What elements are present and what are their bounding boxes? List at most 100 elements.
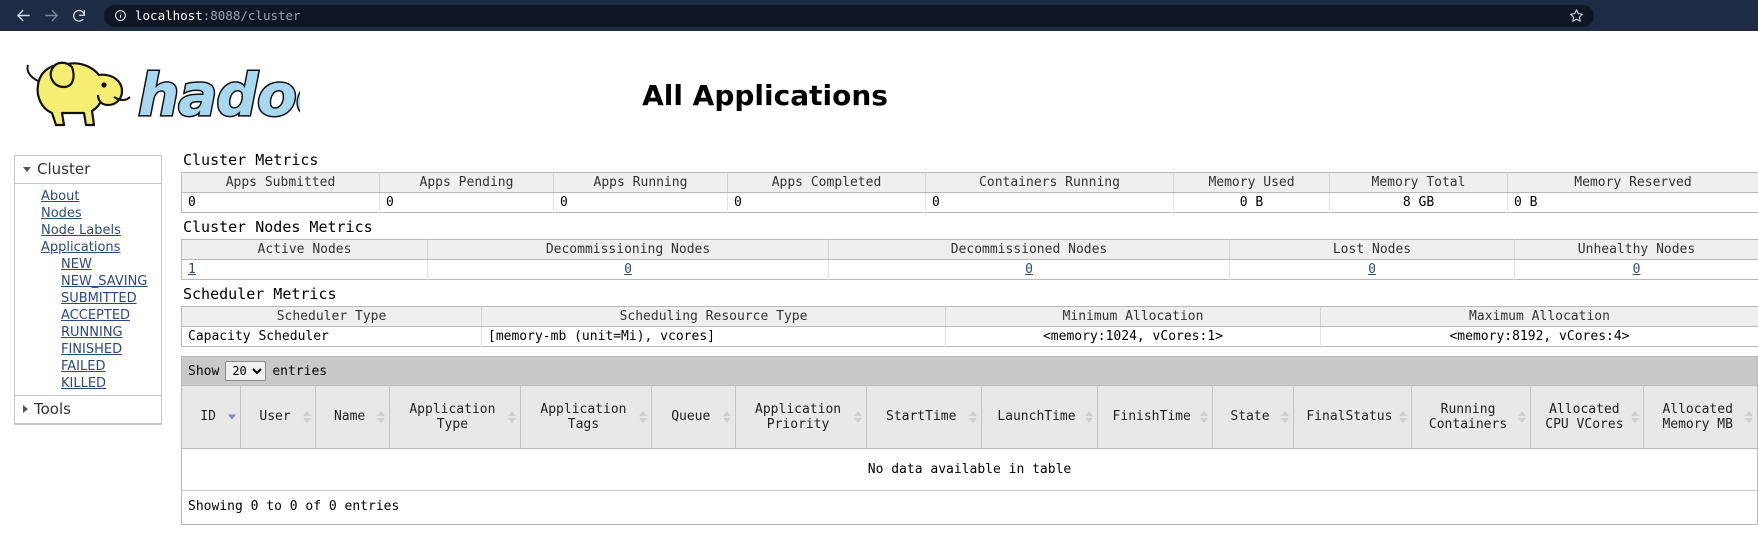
- sidebar-item-failed[interactable]: FAILED: [15, 358, 161, 375]
- sidebar-item-finished[interactable]: FINISHED: [15, 341, 161, 358]
- col-running-containers[interactable]: Running Containers: [1411, 386, 1532, 449]
- cluster-nodes-metrics-title: Cluster Nodes Metrics: [183, 218, 373, 236]
- forward-arrow-icon[interactable]: [38, 3, 64, 29]
- sort-icon[interactable]: [1631, 410, 1640, 423]
- val-apps-submitted: 0: [181, 192, 380, 213]
- sort-icon[interactable]: [1398, 410, 1407, 423]
- col-queue[interactable]: Queue: [651, 386, 737, 449]
- lost-nodes-link[interactable]: 0: [1368, 262, 1376, 277]
- decommissioned-nodes-link[interactable]: 0: [1025, 262, 1033, 277]
- val-apps-completed: 0: [727, 192, 926, 213]
- sort-icon[interactable]: [639, 410, 648, 423]
- col-launchtime[interactable]: LaunchTime: [981, 386, 1098, 449]
- address-bar[interactable]: localhost:8088/cluster: [104, 4, 1594, 27]
- col-state[interactable]: State: [1212, 386, 1295, 449]
- sidebar-cluster: Cluster About Nodes Node Labels Applicat…: [14, 155, 162, 425]
- col-finishtime[interactable]: FinishTime: [1097, 386, 1213, 449]
- sidebar-tools-header[interactable]: Tools: [15, 396, 161, 423]
- info-circle-icon[interactable]: [114, 9, 127, 22]
- val-memory-used: 0 B: [1173, 192, 1330, 213]
- back-arrow-icon[interactable]: [10, 3, 36, 29]
- sidebar-cluster-body: About Nodes Node Labels Applications NEW…: [15, 184, 161, 424]
- col-memory-reserved: Memory Reserved: [1507, 172, 1758, 193]
- url-text: localhost:8088/cluster: [135, 8, 301, 23]
- sidebar-item-applications[interactable]: Applications: [15, 239, 161, 256]
- table-header-row: ID User Name Application Type Applicatio…: [182, 386, 1757, 449]
- col-minimum-allocation: Minimum Allocation: [945, 306, 1321, 327]
- col-maximum-allocation: Maximum Allocation: [1320, 306, 1758, 327]
- sidebar-item-killed[interactable]: KILLED: [15, 375, 161, 392]
- col-id-label: ID: [200, 409, 216, 425]
- sidebar-item-submitted[interactable]: SUBMITTED: [15, 290, 161, 307]
- table-header-row: Scheduler Type Scheduling Resource Type …: [181, 306, 1758, 327]
- page-size-select[interactable]: 20: [225, 361, 267, 381]
- val-apps-running: 0: [553, 192, 728, 213]
- val-scheduler-type: Capacity Scheduler: [181, 326, 482, 347]
- bookmark-star-icon[interactable]: [1561, 8, 1584, 23]
- sidebar-item-node-labels[interactable]: Node Labels: [15, 222, 161, 239]
- sort-icon[interactable]: [969, 410, 978, 423]
- sidebar-tools: Tools: [14, 395, 162, 424]
- decommissioning-nodes-link[interactable]: 0: [624, 262, 632, 277]
- sort-desc-icon[interactable]: [228, 414, 237, 420]
- col-starttime[interactable]: StartTime: [866, 386, 983, 449]
- col-lost-nodes: Lost Nodes: [1229, 239, 1515, 260]
- col-scheduler-type: Scheduler Type: [181, 306, 482, 327]
- sidebar-item-accepted[interactable]: ACCEPTED: [15, 307, 161, 324]
- sidebar-item-about[interactable]: About: [15, 188, 161, 205]
- sort-icon[interactable]: [1518, 410, 1527, 423]
- val-apps-pending: 0: [379, 192, 554, 213]
- col-application-priority-label: Application Priority: [755, 401, 842, 432]
- table-row: Capacity Scheduler [memory-mb (unit=Mi),…: [181, 326, 1758, 347]
- val-lost-nodes: 0: [1229, 259, 1515, 280]
- sort-icon[interactable]: [1084, 410, 1093, 423]
- col-allocated-memory-mb-label: Allocated Memory MB: [1662, 401, 1733, 432]
- col-apps-submitted: Apps Submitted: [181, 172, 380, 193]
- col-id[interactable]: ID: [182, 386, 242, 449]
- col-allocated-cpu-vcores[interactable]: Allocated CPU VCores: [1530, 386, 1645, 449]
- sort-icon[interactable]: [723, 410, 732, 423]
- val-decommissioning-nodes: 0: [427, 259, 829, 280]
- col-application-tags[interactable]: Application Tags: [520, 386, 653, 449]
- sort-icon[interactable]: [854, 410, 863, 423]
- chevron-down-icon: [23, 166, 31, 172]
- val-containers-running: 0: [925, 192, 1174, 213]
- sort-icon[interactable]: [1199, 410, 1208, 423]
- table-row: 1 0 0 0 0: [181, 259, 1758, 280]
- col-apps-completed: Apps Completed: [727, 172, 926, 193]
- url-path: :8088/cluster: [202, 8, 301, 23]
- col-running-containers-label: Running Containers: [1428, 401, 1508, 432]
- showing-entries-text: Showing 0 to 0 of 0 entries: [188, 498, 400, 514]
- sidebar-item-new-saving[interactable]: NEW_SAVING: [15, 273, 161, 290]
- col-finalstatus[interactable]: FinalStatus: [1293, 386, 1412, 449]
- col-launchtime-label: LaunchTime: [997, 409, 1076, 425]
- col-active-nodes: Active Nodes: [181, 239, 428, 260]
- val-minimum-allocation: <memory:1024, vCores:1>: [945, 326, 1321, 347]
- col-application-priority[interactable]: Application Priority: [735, 386, 868, 449]
- sidebar-cluster-header[interactable]: Cluster: [15, 156, 161, 184]
- col-name-label: Name: [333, 409, 366, 425]
- col-user-label: User: [259, 409, 291, 425]
- cluster-metrics-title: Cluster Metrics: [183, 151, 319, 169]
- sort-icon[interactable]: [1745, 410, 1753, 423]
- sidebar-item-running[interactable]: RUNNING: [15, 324, 161, 341]
- col-name[interactable]: Name: [315, 386, 391, 449]
- sidebar-item-nodes[interactable]: Nodes: [15, 205, 161, 222]
- sort-icon[interactable]: [1281, 410, 1290, 423]
- col-user[interactable]: User: [240, 386, 316, 449]
- active-nodes-link[interactable]: 1: [188, 262, 196, 277]
- col-scheduling-resource-type: Scheduling Resource Type: [481, 306, 946, 327]
- val-memory-total: 8 GB: [1329, 192, 1508, 213]
- table-header-row: Active Nodes Decommissioning Nodes Decom…: [181, 239, 1758, 260]
- sort-icon[interactable]: [508, 410, 517, 423]
- col-application-type[interactable]: Application Type: [389, 386, 522, 449]
- reload-icon[interactable]: [66, 3, 92, 29]
- col-state-label: State: [1230, 409, 1270, 425]
- sort-icon[interactable]: [302, 410, 311, 423]
- sort-icon[interactable]: [377, 410, 386, 423]
- unhealthy-nodes-link[interactable]: 0: [1633, 262, 1641, 277]
- col-allocated-memory-mb[interactable]: Allocated Memory MB: [1643, 386, 1757, 449]
- sidebar-item-new[interactable]: NEW: [15, 256, 161, 273]
- col-unhealthy-nodes: Unhealthy Nodes: [1514, 239, 1758, 260]
- scheduler-metrics-title: Scheduler Metrics: [183, 285, 337, 303]
